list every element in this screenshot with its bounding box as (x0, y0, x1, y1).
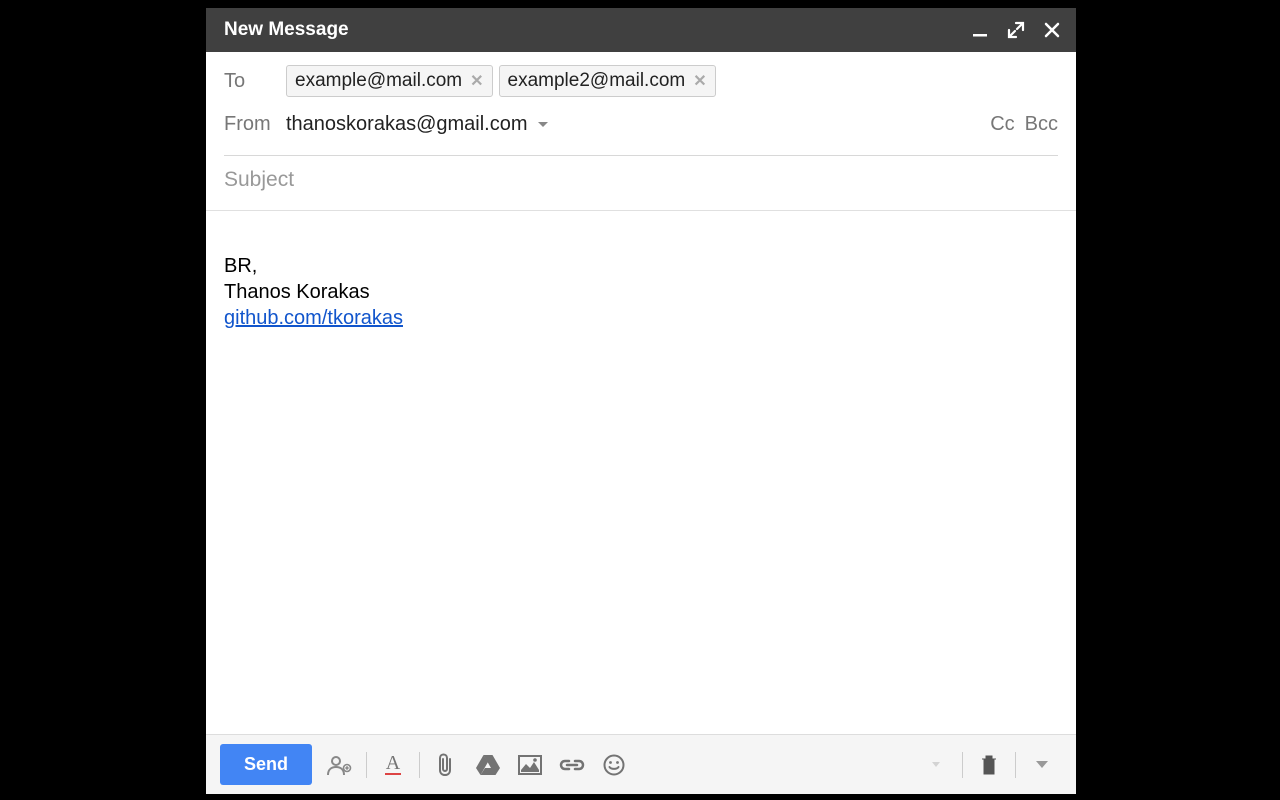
more-options-icon[interactable] (1022, 747, 1062, 783)
bcc-button[interactable]: Bcc (1025, 113, 1058, 136)
insert-link-icon[interactable] (552, 747, 592, 783)
cc-button[interactable]: Cc (990, 113, 1014, 136)
format-letter: A (385, 754, 401, 775)
from-row: From thanoskorakas@gmail.com Cc Bcc (224, 106, 1058, 156)
remove-chip-icon[interactable]: ✕ (693, 71, 706, 91)
remove-chip-icon[interactable]: ✕ (470, 71, 483, 91)
from-dropdown-icon[interactable] (538, 122, 548, 128)
subject-row (206, 156, 1076, 211)
recipient-chip-text: example@mail.com (295, 70, 462, 92)
window-header: New Message (206, 8, 1076, 52)
body-line: Thanos Korakas (224, 279, 1058, 305)
send-button[interactable]: Send (220, 744, 312, 785)
to-row[interactable]: To example@mail.com ✕ example2@mail.com … (224, 56, 1058, 106)
formatting-icon[interactable]: A (373, 747, 413, 783)
emoji-icon[interactable] (594, 747, 634, 783)
window-controls (970, 20, 1062, 40)
message-body[interactable]: BR, Thanos Korakas github.com/tkorakas (206, 211, 1076, 734)
toolbar-divider (366, 752, 367, 778)
discard-draft-icon[interactable] (969, 747, 1009, 783)
add-contact-icon[interactable] (320, 747, 360, 783)
close-button[interactable] (1042, 20, 1062, 40)
to-label: To (224, 70, 286, 93)
attachment-icon[interactable] (426, 747, 466, 783)
from-value: thanoskorakas@gmail.com (286, 113, 528, 136)
recipient-chip[interactable]: example2@mail.com ✕ (499, 65, 716, 97)
insert-photo-icon[interactable] (510, 747, 550, 783)
minimize-button[interactable] (970, 20, 990, 40)
toolbar-divider (1015, 752, 1016, 778)
expand-button[interactable] (1006, 20, 1026, 40)
recipient-chip-text: example2@mail.com (508, 70, 686, 92)
recipient-chip[interactable]: example@mail.com ✕ (286, 65, 493, 97)
to-chips: example@mail.com ✕ example2@mail.com ✕ (286, 65, 716, 97)
compose-window: New Message To example@mail.com ✕ examp (206, 8, 1076, 794)
toolbar-divider (962, 752, 963, 778)
toolbar-overflow-icon[interactable] (916, 747, 956, 783)
compose-toolbar: Send A (206, 734, 1076, 794)
cc-bcc-controls: Cc Bcc (990, 113, 1058, 136)
subject-input[interactable] (224, 168, 1058, 192)
drive-icon[interactable] (468, 747, 508, 783)
header-fields: To example@mail.com ✕ example2@mail.com … (206, 52, 1076, 156)
window-title: New Message (224, 19, 349, 41)
toolbar-divider (419, 752, 420, 778)
signature-link[interactable]: github.com/tkorakas (224, 307, 403, 329)
body-line: BR, (224, 253, 1058, 279)
from-label: From (224, 113, 286, 136)
